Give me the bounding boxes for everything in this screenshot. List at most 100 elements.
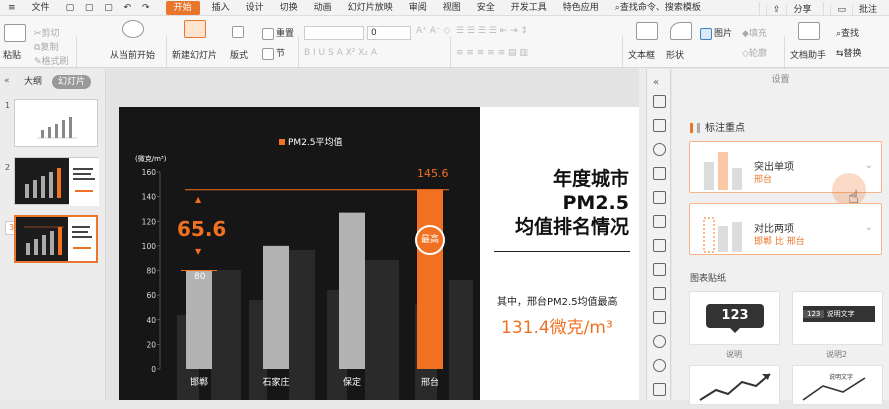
- new-slide-button[interactable]: [184, 20, 208, 38]
- section-button[interactable]: 节: [262, 46, 285, 60]
- tab-view[interactable]: 视图: [435, 0, 469, 16]
- shape-effect-icon[interactable]: [653, 143, 666, 156]
- menu-icon[interactable]: ≡: [0, 0, 24, 16]
- slide-title: 年度城市 PM2.5 均值排名情况: [514, 168, 629, 238]
- paste-label[interactable]: 粘贴: [3, 48, 21, 61]
- shape-label[interactable]: 形状: [666, 48, 684, 61]
- slide-number-1: 1: [5, 101, 11, 110]
- collapse-tools-icon[interactable]: «: [653, 77, 666, 90]
- layout-panel-icon[interactable]: [653, 263, 666, 276]
- tab-features[interactable]: 特色应用: [555, 0, 607, 16]
- textbox-icon: [636, 22, 658, 40]
- slide-thumb-1[interactable]: [14, 99, 98, 147]
- find-button[interactable]: ⌕查找: [836, 26, 859, 39]
- y-tick-label-1: 20: [146, 340, 156, 349]
- sticker-2[interactable]: 123 说明文字: [792, 291, 883, 345]
- tab-design[interactable]: 设计: [238, 0, 272, 16]
- property-icon[interactable]: [653, 191, 666, 204]
- fill-style-icon[interactable]: [653, 167, 666, 180]
- font-size-select[interactable]: 0: [367, 26, 411, 40]
- tab-security[interactable]: 安全: [469, 0, 503, 16]
- collapse-panel-icon[interactable]: «: [4, 76, 10, 86]
- reset-icon: [262, 27, 274, 40]
- bar-2[interactable]: [339, 212, 365, 369]
- canvas-scrollbar[interactable]: [639, 69, 646, 400]
- doc-assistant-button[interactable]: [798, 22, 822, 40]
- trend-arrow-icon: [699, 373, 771, 401]
- paste-button[interactable]: [4, 24, 28, 42]
- tab-slideshow[interactable]: 幻灯片放映: [340, 0, 401, 16]
- search-command[interactable]: ⌕查找命令、搜索模板: [607, 0, 709, 16]
- tab-slides[interactable]: 幻灯片: [52, 75, 92, 89]
- share-button[interactable]: ⇪ 分享: [758, 1, 824, 15]
- bar-chart-icon: [690, 123, 700, 133]
- legend-swatch: [279, 139, 285, 145]
- clipboard-icon: [4, 24, 26, 42]
- quick-access-icons: ▢ ▢ ▢ ↶ ↷: [65, 2, 154, 13]
- textbox-button[interactable]: [636, 22, 660, 40]
- x-label-3: 邢台: [421, 376, 439, 388]
- style-icon[interactable]: [653, 95, 666, 108]
- tab-animation[interactable]: 动画: [306, 0, 340, 16]
- doc-assistant-label[interactable]: 文档助手: [790, 48, 826, 61]
- shape-button[interactable]: [670, 22, 694, 40]
- section-icon: [262, 47, 274, 60]
- new-slide-label[interactable]: 新建幻灯片: [172, 48, 217, 61]
- option2-chevron-icon: ⌄: [864, 222, 873, 233]
- reset-button[interactable]: 重置: [262, 26, 294, 40]
- tab-outline[interactable]: 大纲: [18, 75, 48, 89]
- tab-transition[interactable]: 切换: [272, 0, 306, 16]
- side-toolbar: «: [646, 69, 671, 400]
- tab-review[interactable]: 审阅: [401, 0, 435, 16]
- tab-home[interactable]: 开始: [165, 0, 200, 15]
- help-icon[interactable]: [653, 383, 666, 396]
- y-tick-label-8: 160: [142, 168, 157, 177]
- format-painter-button[interactable]: ✎格式刷: [34, 54, 69, 67]
- compare-two-option[interactable]: 对比两项 邯郸 比 邢台 ⌄: [689, 203, 882, 255]
- slide-thumb-2[interactable]: [14, 157, 99, 206]
- sticker-1[interactable]: 123: [689, 291, 780, 345]
- diff-up-arrow-icon: ▲: [195, 195, 202, 204]
- image-tool-icon[interactable]: [653, 311, 666, 324]
- share-icon: ⇪: [765, 4, 787, 15]
- x-label-0: 邯郸: [190, 376, 208, 388]
- picture-panel-icon[interactable]: [653, 287, 666, 300]
- bar-0[interactable]: [186, 270, 212, 370]
- bar-1[interactable]: [263, 245, 289, 369]
- backup-icon[interactable]: [653, 359, 666, 372]
- font-grow-icons[interactable]: A⁺ A⁻ ◇: [416, 26, 450, 36]
- tab-developer[interactable]: 开发工具: [503, 0, 555, 16]
- play-from-current-label[interactable]: 从当前开始: [110, 48, 155, 61]
- outline-button[interactable]: ◇轮廓: [742, 46, 767, 59]
- align-buttons[interactable]: ≡ ≡ ≡ ≡ ≡ ▤ ▥: [456, 48, 528, 58]
- thumb-3-chart: [24, 217, 96, 261]
- font-style-buttons[interactable]: B I U S A X² X₂ A: [304, 48, 377, 58]
- layout-button[interactable]: [232, 26, 246, 38]
- reference-value-label: 145.6: [417, 167, 449, 180]
- sticker-3[interactable]: [689, 365, 780, 405]
- textbox-label[interactable]: 文本框: [628, 48, 655, 61]
- copy-button[interactable]: ⧉复制: [34, 40, 58, 53]
- x-label-1: 石家庄: [262, 376, 289, 388]
- template-icon[interactable]: [653, 119, 666, 132]
- fill-button[interactable]: ◆填充: [742, 26, 767, 39]
- y-tick-label-0: 0: [151, 365, 156, 374]
- file-menu[interactable]: 文件: [24, 0, 58, 16]
- picture-icon: [700, 27, 712, 40]
- picture-button[interactable]: 图片: [700, 26, 732, 40]
- play-button[interactable]: [122, 20, 146, 38]
- comment-button[interactable]: ▭ 批注: [823, 1, 889, 15]
- cut-button[interactable]: ✂剪切: [34, 26, 60, 39]
- font-name-select[interactable]: [304, 26, 364, 40]
- paragraph-buttons[interactable]: ☰ ☰ ☰ ☰ ⇤ ⇥ ↕: [456, 26, 528, 36]
- audio-icon[interactable]: [653, 335, 666, 348]
- bar-3[interactable]: [417, 189, 443, 369]
- tab-insert[interactable]: 插入: [204, 0, 238, 16]
- sticker-4[interactable]: 说明文字: [792, 365, 883, 405]
- animation-icon[interactable]: [653, 215, 666, 228]
- share-panel-icon[interactable]: [653, 239, 666, 252]
- current-slide[interactable]: 0 20 40 60 80 100 120 140 160 邯郸 石家庄 保定 邢台 PM2.5平均值…: [119, 107, 639, 400]
- slide-thumb-3[interactable]: [14, 215, 98, 263]
- layout-label[interactable]: 版式: [230, 48, 248, 61]
- replace-button[interactable]: ⇆替换: [836, 46, 862, 59]
